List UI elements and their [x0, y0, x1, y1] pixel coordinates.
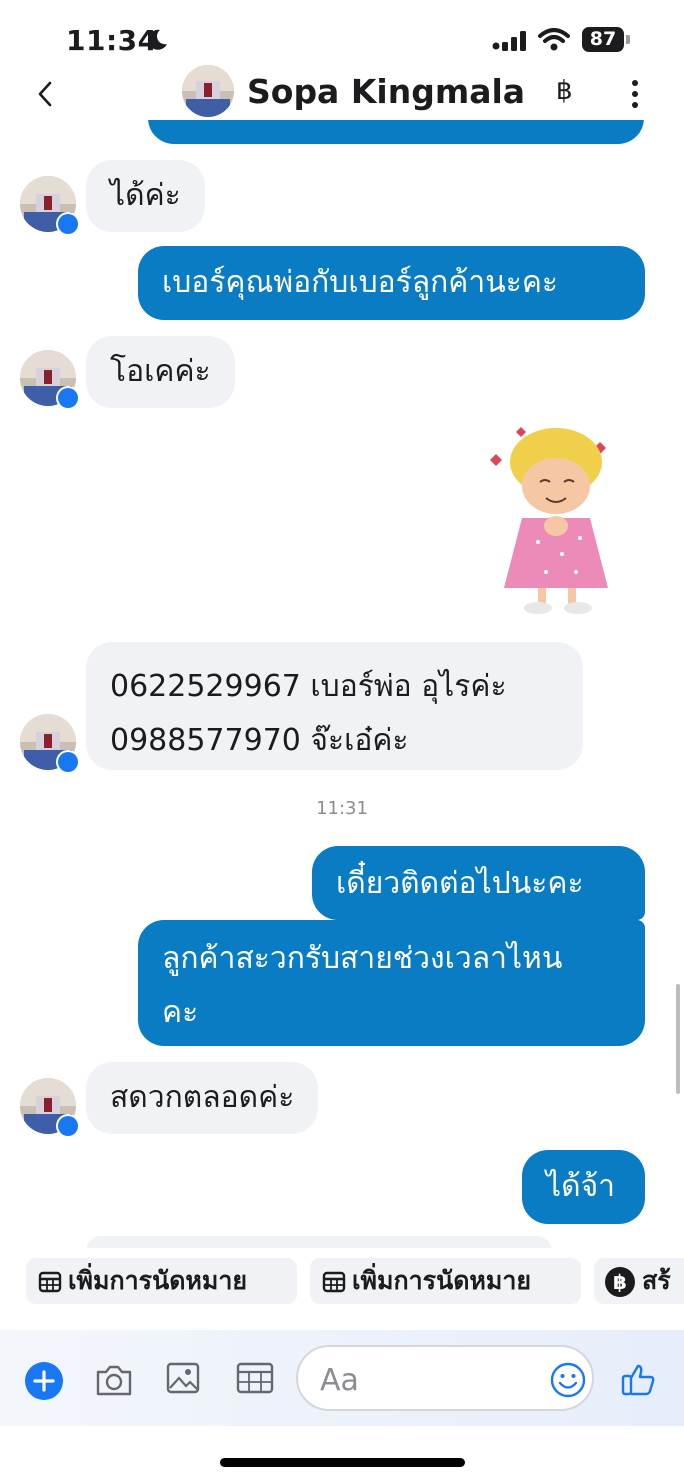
message-text-line: 0622529967 เบอร์พ่อ อุไรค่ะ — [110, 669, 507, 704]
message-bubble-incoming[interactable]: ได้ค่ะ — [86, 160, 205, 232]
status-bar: 11:34 87 — [0, 0, 684, 70]
message-text: เบอร์คุณพ่อกับเบอร์ลูกค้านะคะ — [162, 265, 559, 300]
calendar-icon — [322, 1271, 346, 1293]
quick-action-bar: เพิ่มการนัดหมาย เพิ่มการนัดหมาย ฿ สร้ — [0, 1254, 684, 1310]
home-indicator[interactable] — [220, 1458, 465, 1467]
moon-icon — [147, 29, 167, 50]
sender-avatar[interactable] — [20, 1078, 82, 1140]
message-text-line: ลูกค้าสะวกรับสายช่วงเวลาไหน — [162, 941, 563, 976]
message-bubble-outgoing[interactable]: เบอร์คุณพ่อกับเบอร์ลูกค้านะคะ — [138, 246, 645, 320]
contact-name[interactable]: Sopa Kingmala — [247, 72, 525, 111]
svg-text:฿: ฿ — [613, 1270, 627, 1294]
back-chevron-icon[interactable] — [30, 74, 64, 114]
battery-level: 87 — [582, 27, 624, 52]
messenger-icon — [56, 212, 80, 236]
status-time: 11:34 — [66, 24, 158, 57]
message-bubble-incoming[interactable]: 0622529967 เบอร์พ่อ อุไรค่ะ 0988577970 จ… — [86, 642, 583, 770]
composer-bar — [0, 1330, 684, 1426]
message-bubble-outgoing[interactable]: เดี๋ยวติดต่อไปนะคะ — [312, 846, 645, 920]
scrollbar[interactable] — [676, 984, 680, 1094]
message-text: ได้จ้า — [546, 1169, 615, 1204]
wifi-icon — [538, 28, 570, 51]
message-bubble-incoming[interactable]: สดวกตลอดค่ะ — [86, 1062, 319, 1134]
message-text-line: 0988577970 จ๊ะเอ๋ค่ะ — [110, 723, 409, 758]
add-appointment-chip[interactable]: เพิ่มการนัดหมาย — [310, 1258, 581, 1304]
message-text: สดวกตลอดค่ะ — [110, 1080, 295, 1115]
sender-avatar[interactable] — [20, 714, 82, 776]
calendar-icon[interactable] — [236, 1360, 274, 1396]
messenger-icon — [56, 750, 80, 774]
message-text: โอเคค่ะ — [110, 354, 211, 389]
calendar-icon — [38, 1271, 62, 1293]
baht-icon[interactable]: ฿ — [556, 76, 573, 106]
message-bubble-partial — [86, 1236, 552, 1248]
messenger-icon — [56, 1114, 80, 1138]
message-text: เดี๋ยวติดต่อไปนะคะ — [336, 866, 584, 901]
battery-icon: 87 — [582, 27, 632, 52]
plus-icon[interactable] — [25, 1362, 63, 1400]
message-list[interactable]: ได้ค่ะ เบอร์คุณพ่อกับเบอร์ลูกค้านะคะ โอเ… — [0, 120, 684, 1248]
message-input-container[interactable] — [296, 1345, 594, 1411]
contact-avatar[interactable] — [182, 65, 234, 117]
camera-icon[interactable] — [94, 1362, 134, 1398]
message-bubble-incoming[interactable]: โอเคค่ะ — [86, 336, 235, 408]
chip-label: สร้ — [642, 1266, 671, 1295]
message-input[interactable] — [318, 1359, 542, 1401]
message-bubble-outgoing[interactable]: ลูกค้าสะวกรับสายช่วงเวลาไหน คะ — [138, 920, 645, 1046]
sender-avatar[interactable] — [20, 350, 82, 412]
create-payment-chip[interactable]: ฿ สร้ — [594, 1258, 684, 1304]
message-text-line: คะ — [162, 995, 199, 1030]
messenger-icon — [56, 386, 80, 410]
cellular-signal-icon — [492, 31, 526, 51]
chip-label: เพิ่มการนัดหมาย — [68, 1266, 248, 1295]
girl-with-hearts-sticker[interactable] — [476, 422, 622, 618]
thumbs-up-icon[interactable] — [620, 1360, 658, 1398]
add-appointment-chip[interactable]: เพิ่มการนัดหมาย — [26, 1258, 297, 1304]
photo-gallery-icon[interactable] — [166, 1360, 200, 1396]
more-options-icon[interactable] — [622, 76, 648, 112]
sender-avatar[interactable] — [20, 176, 82, 238]
emoji-icon[interactable] — [550, 1362, 586, 1398]
message-text: ได้ค่ะ — [110, 178, 181, 213]
chip-label: เพิ่มการนัดหมาย — [352, 1266, 532, 1295]
message-timestamp: 11:31 — [316, 798, 368, 819]
message-bubble-outgoing[interactable]: ได้จ้า — [522, 1150, 645, 1224]
baht-icon: ฿ — [605, 1267, 635, 1297]
message-bubble-partial — [148, 120, 644, 144]
chat-header: Sopa Kingmala ฿ — [0, 62, 684, 124]
